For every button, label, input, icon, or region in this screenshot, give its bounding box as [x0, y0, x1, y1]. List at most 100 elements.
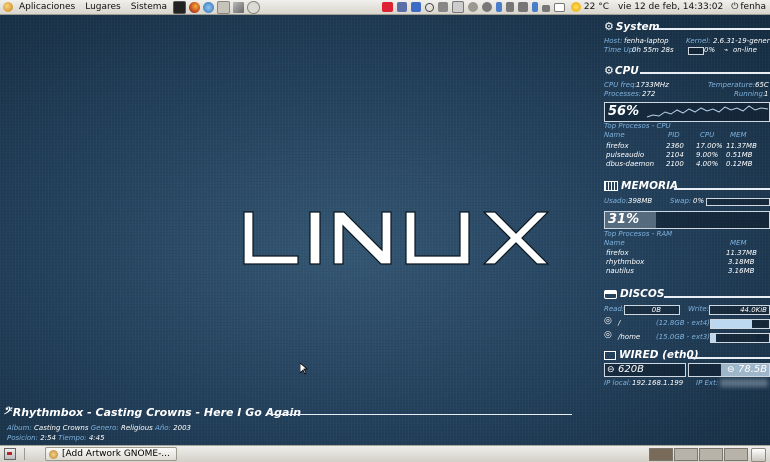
root-info: (12.8GB - ext4): [656, 319, 710, 327]
usado-label: Usado:: [604, 197, 629, 205]
mic-icon[interactable]: [505, 2, 514, 12]
swap-bar: [706, 198, 770, 206]
workspace-1[interactable]: [649, 448, 673, 461]
cpu-row-mem: 0.51MB: [726, 151, 753, 159]
track-time-row: Posicion: 2:54 Tiempo: 4:45: [7, 434, 105, 442]
swap-value: 0%: [693, 197, 705, 205]
running-value: 1: [764, 90, 769, 98]
volume-icon[interactable]: [517, 2, 528, 12]
bluetooth-icon[interactable]: [495, 2, 502, 12]
disk-root-icon: ◎: [604, 316, 612, 326]
ip-ext-blurred: [720, 379, 768, 387]
ram-row-name: nautilus: [606, 267, 634, 275]
uptime-label: Time Up:: [604, 46, 636, 54]
write-label: Write:: [688, 305, 710, 313]
home-mount: /home: [618, 333, 641, 341]
write-bar: 44.0KiB: [709, 305, 770, 315]
divider: [270, 414, 572, 415]
divider: [640, 72, 770, 74]
workspace-2[interactable]: [674, 448, 698, 461]
wired-header: WIRED (eth0): [604, 349, 699, 361]
screenshot-icon[interactable]: [437, 2, 448, 12]
search-icon[interactable]: [424, 2, 434, 12]
read-label: Read:: [604, 305, 625, 313]
editor-launcher-icon[interactable]: [233, 1, 245, 13]
plug-icon: ⌁: [724, 46, 729, 54]
cpu-row-pid: 2360: [666, 142, 684, 150]
menu-aplicaciones[interactable]: Aplicaciones: [19, 2, 75, 12]
wired-network-icon[interactable]: [541, 4, 550, 12]
show-desktop-accent: [7, 452, 12, 455]
trash-icon[interactable]: [751, 448, 766, 462]
display-icon[interactable]: [451, 1, 464, 13]
workspace-switcher[interactable]: [648, 448, 748, 461]
home-percent: 8%: [755, 334, 767, 342]
music-clef-icon: 𝄢: [3, 405, 11, 419]
settings-launcher-icon[interactable]: [247, 0, 261, 14]
col-mem: MEM: [730, 239, 747, 247]
user-menu[interactable]: fenha: [740, 2, 766, 12]
time-value: 4:45: [88, 434, 105, 442]
gear-icon: ⚙: [604, 20, 614, 33]
cpu-row-cpu: 4.00%: [696, 160, 719, 168]
root-mount: /: [618, 319, 621, 327]
browser-launcher-icon[interactable]: [203, 1, 215, 13]
cpu-row-mem: 0.12MB: [726, 160, 753, 168]
download-rate: 620B: [618, 364, 644, 375]
root-percent: 70%: [751, 320, 767, 328]
rhythmbox-title-row: 𝄢 Rhythmbox - Casting Crowns - Here I Go…: [3, 405, 301, 420]
battery-value: 0%: [704, 46, 716, 54]
menu-lugares[interactable]: Lugares: [85, 2, 121, 12]
firefox-launcher-icon[interactable]: [189, 1, 201, 13]
col-pid: PID: [668, 131, 680, 139]
network-tray-icon[interactable]: [410, 2, 421, 12]
alert-icon[interactable]: [381, 2, 393, 12]
processes-value: 272: [642, 90, 656, 98]
uptime-value: 0h 55m 28s: [632, 46, 674, 54]
ip-local-value: 192.168.1.199: [632, 379, 684, 387]
cpu-header: ⚙ CPU: [604, 64, 639, 77]
mouse-cursor-icon: [300, 363, 308, 375]
top-ram-title: Top Procesos - RAM: [604, 230, 673, 238]
disk-icon: [604, 289, 617, 299]
window-icon[interactable]: [396, 2, 407, 12]
wired-title: WIRED (eth0): [619, 349, 699, 361]
app-icon: [49, 449, 58, 459]
download-graph: ⊖ 620B: [604, 363, 686, 377]
cpu-row-cpu: 17.00%: [696, 142, 723, 150]
system-title: System: [615, 20, 660, 33]
weather-sun-icon[interactable]: [570, 2, 581, 12]
show-desktop-icon[interactable]: [4, 448, 16, 460]
host-label: Host:: [604, 37, 623, 45]
menu-sistema[interactable]: Sistema: [131, 2, 167, 12]
update-icon[interactable]: [467, 2, 478, 12]
temperature-value: 65C: [755, 81, 769, 89]
track-info-row: Album: Casting Crowns Genero: Religious …: [7, 424, 191, 432]
cpu-row-cpu: 9.00%: [696, 151, 719, 159]
power-icon[interactable]: ⏻: [731, 2, 738, 12]
clock[interactable]: vie 12 de feb, 14:33:02: [618, 2, 723, 12]
cpu-title: CPU: [614, 64, 639, 77]
disk-home-icon: ◎: [604, 330, 612, 340]
kernel-value: 2.6.31-19-generic: [713, 37, 770, 45]
divider: [654, 28, 770, 30]
workspace-3[interactable]: [699, 448, 723, 461]
rhythmbox-widget: 𝄢 Rhythmbox - Casting Crowns - Here I Go…: [3, 405, 603, 447]
terminal-launcher-icon[interactable]: [173, 0, 187, 14]
gnome-foot-icon[interactable]: [3, 2, 13, 12]
weather-temp[interactable]: 22 °C: [584, 2, 609, 12]
col-name: Name: [604, 131, 625, 139]
ram-icon: [604, 181, 618, 191]
ram-row-name: rhythmbox: [606, 258, 645, 266]
divider: [674, 188, 770, 190]
power-icon[interactable]: [481, 2, 492, 12]
col-cpu: CPU: [700, 131, 715, 139]
network-icon: [604, 350, 616, 360]
bluetooth-icon[interactable]: [531, 2, 538, 12]
year-label: Año:: [155, 424, 171, 432]
memoria-title: MEMORIA: [621, 180, 679, 192]
workspace-4[interactable]: [724, 448, 748, 461]
mail-icon[interactable]: [553, 2, 565, 12]
app-launcher-icon[interactable]: [217, 0, 231, 14]
taskbar-window-button[interactable]: [Add Artwork GNOME-...: [45, 447, 177, 461]
